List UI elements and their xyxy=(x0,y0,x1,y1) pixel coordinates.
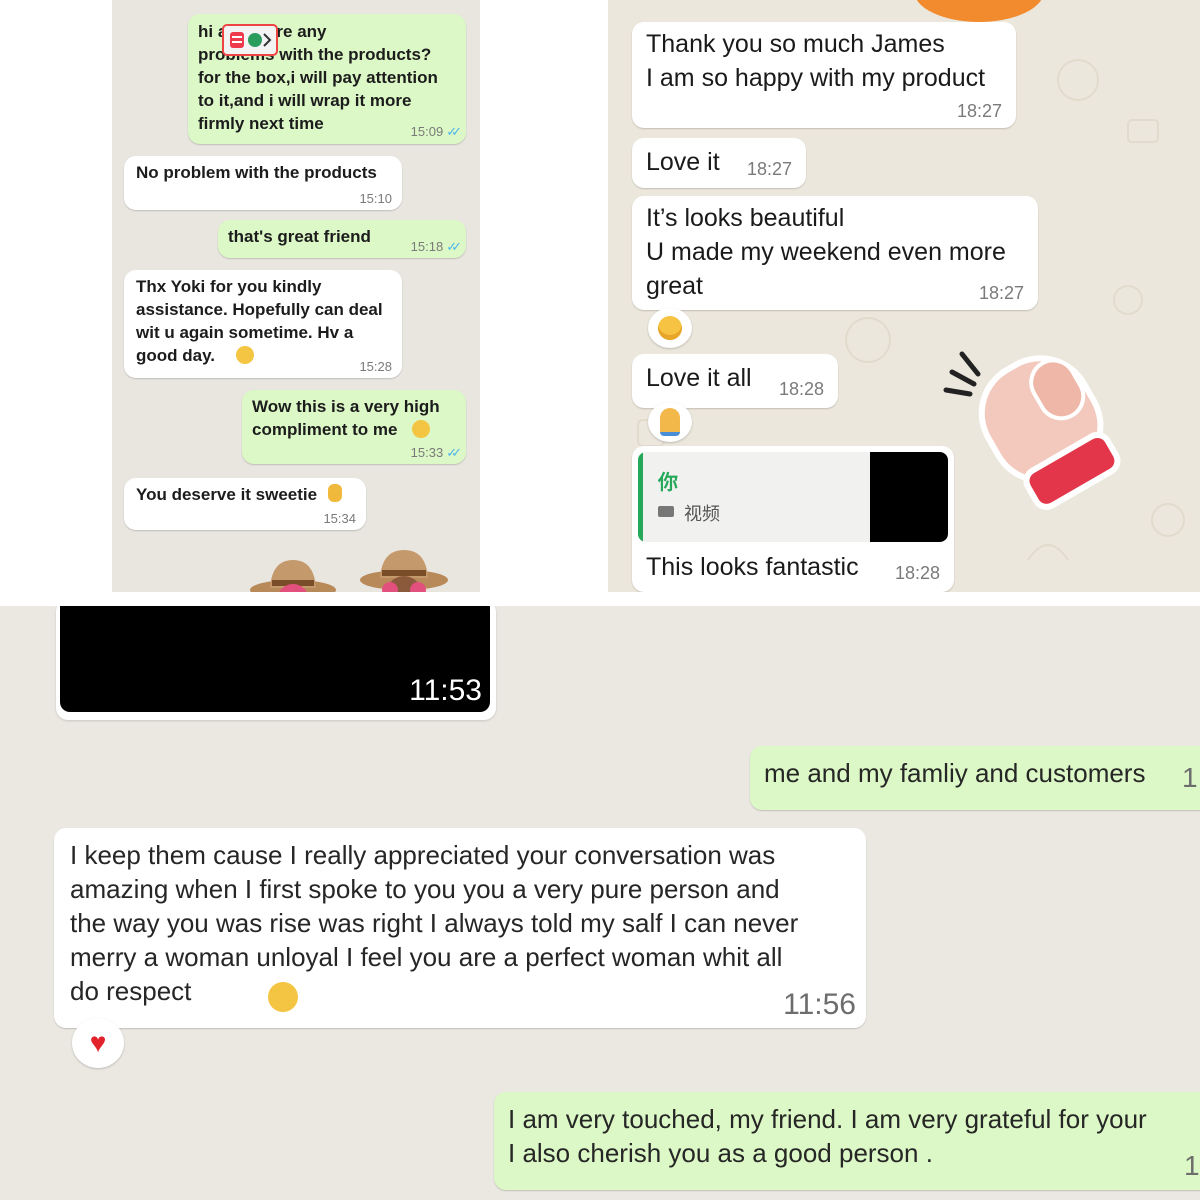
message-time: 15:10 xyxy=(359,191,392,206)
incoming-message[interactable]: It’s looks beautiful U made my weekend e… xyxy=(632,196,1038,310)
chat-panel-top-right: Thank you so much James I am so happy wi… xyxy=(608,0,1200,592)
red-heart-icon: ♥ xyxy=(89,1027,107,1058)
message-text: It’s looks beautiful U made my weekend e… xyxy=(646,204,1006,300)
double-check-icon: ✓✓ xyxy=(446,124,462,139)
double-check-icon: ✓✓ xyxy=(446,445,462,460)
video-thumbnail[interactable] xyxy=(870,452,948,542)
reaction-badge[interactable]: ♥ xyxy=(72,1018,124,1068)
incoming-message[interactable]: Love it 18:27 xyxy=(632,138,806,188)
message-time: 15:28 xyxy=(359,359,392,374)
quoted-author: 你 xyxy=(658,472,678,494)
reaction-badge[interactable] xyxy=(648,308,692,348)
message-text: me and my famliy and customers xyxy=(764,758,1146,788)
chat-panel-bottom: 11:53 me and my famliy and customers 1 I… xyxy=(0,606,1200,1200)
reply-message[interactable]: 你 视频 This looks fantastic 18:28 xyxy=(632,446,954,592)
incoming-message[interactable]: Love it all 18:28 xyxy=(632,354,838,408)
incoming-message[interactable]: You deserve it sweetie 15:34 xyxy=(124,478,366,530)
outgoing-message[interactable]: that's great friend 15:18 ✓✓ xyxy=(218,220,466,258)
message-time: 18:28 xyxy=(778,379,824,399)
face-blowing-kiss-icon xyxy=(412,420,430,438)
message-time: 1 xyxy=(1182,762,1198,793)
chat-panel-top-left: hi a is there any problems with the prod… xyxy=(112,0,480,592)
cowboy-avatar-sticker[interactable] xyxy=(250,552,336,592)
message-text: I am very touched, my friend. I am very … xyxy=(508,1104,1147,1168)
video-camera-icon xyxy=(658,506,674,517)
incoming-message[interactable]: No problem with the products 15:10 xyxy=(124,156,402,210)
message-time: 18:27 xyxy=(746,159,792,179)
quote-accent-bar xyxy=(638,452,643,542)
message-time: 18:28 xyxy=(894,563,940,583)
message-text: This looks fantastic xyxy=(646,553,859,581)
message-time: 11:56 xyxy=(783,988,856,1021)
message-text: I keep them cause I really appreciated y… xyxy=(70,840,799,1006)
video-time: 11:53 xyxy=(409,674,482,707)
message-time: 15:34 xyxy=(323,511,356,526)
message-time: 15:09 xyxy=(410,124,444,139)
incoming-message[interactable]: I keep them cause I really appreciated y… xyxy=(54,828,866,1028)
message-time: 15:33 xyxy=(410,445,444,460)
message-time: 1 xyxy=(1184,1150,1200,1181)
outgoing-message[interactable]: hi a is there any problems with the prod… xyxy=(188,14,466,144)
incoming-message[interactable]: Thx Yoki for you kindly assistance. Hope… xyxy=(124,270,402,378)
grimacing-face-icon xyxy=(236,346,254,364)
quoted-media-label: 视频 xyxy=(684,504,720,524)
smiling-face-icon xyxy=(658,316,682,340)
message-time: 18:27 xyxy=(978,283,1024,303)
double-check-icon: ✓✓ xyxy=(446,239,462,254)
boxing-glove-sticker[interactable] xyxy=(942,332,1132,512)
saluting-face-icon xyxy=(268,982,298,1012)
ok-hand-icon xyxy=(328,484,342,502)
outgoing-message[interactable]: I am very touched, my friend. I am very … xyxy=(494,1092,1200,1190)
message-time: 18:27 xyxy=(956,101,1002,121)
cowboy-avatar-sticker[interactable] xyxy=(360,546,448,592)
message-time: 15:18 xyxy=(410,239,444,254)
video-message[interactable]: 11:53 xyxy=(56,606,496,720)
reaction-badge[interactable] xyxy=(648,402,692,442)
folded-hands-icon xyxy=(660,408,680,436)
message-text: No problem with the products xyxy=(136,163,377,182)
outgoing-message[interactable]: Wow this is a very high compliment to me… xyxy=(242,390,466,464)
quoted-message[interactable]: 你 视频 xyxy=(638,452,948,542)
message-text: You deserve it sweetie xyxy=(136,485,318,504)
message-text: Thx Yoki for you kindly assistance. Hope… xyxy=(136,277,383,365)
flag-sticker-icon xyxy=(222,24,278,56)
incoming-message[interactable]: Thank you so much James I am so happy wi… xyxy=(632,22,1016,128)
outgoing-message[interactable]: me and my famliy and customers 1 xyxy=(750,746,1200,810)
message-text: Thank you so much James I am so happy wi… xyxy=(646,30,986,92)
